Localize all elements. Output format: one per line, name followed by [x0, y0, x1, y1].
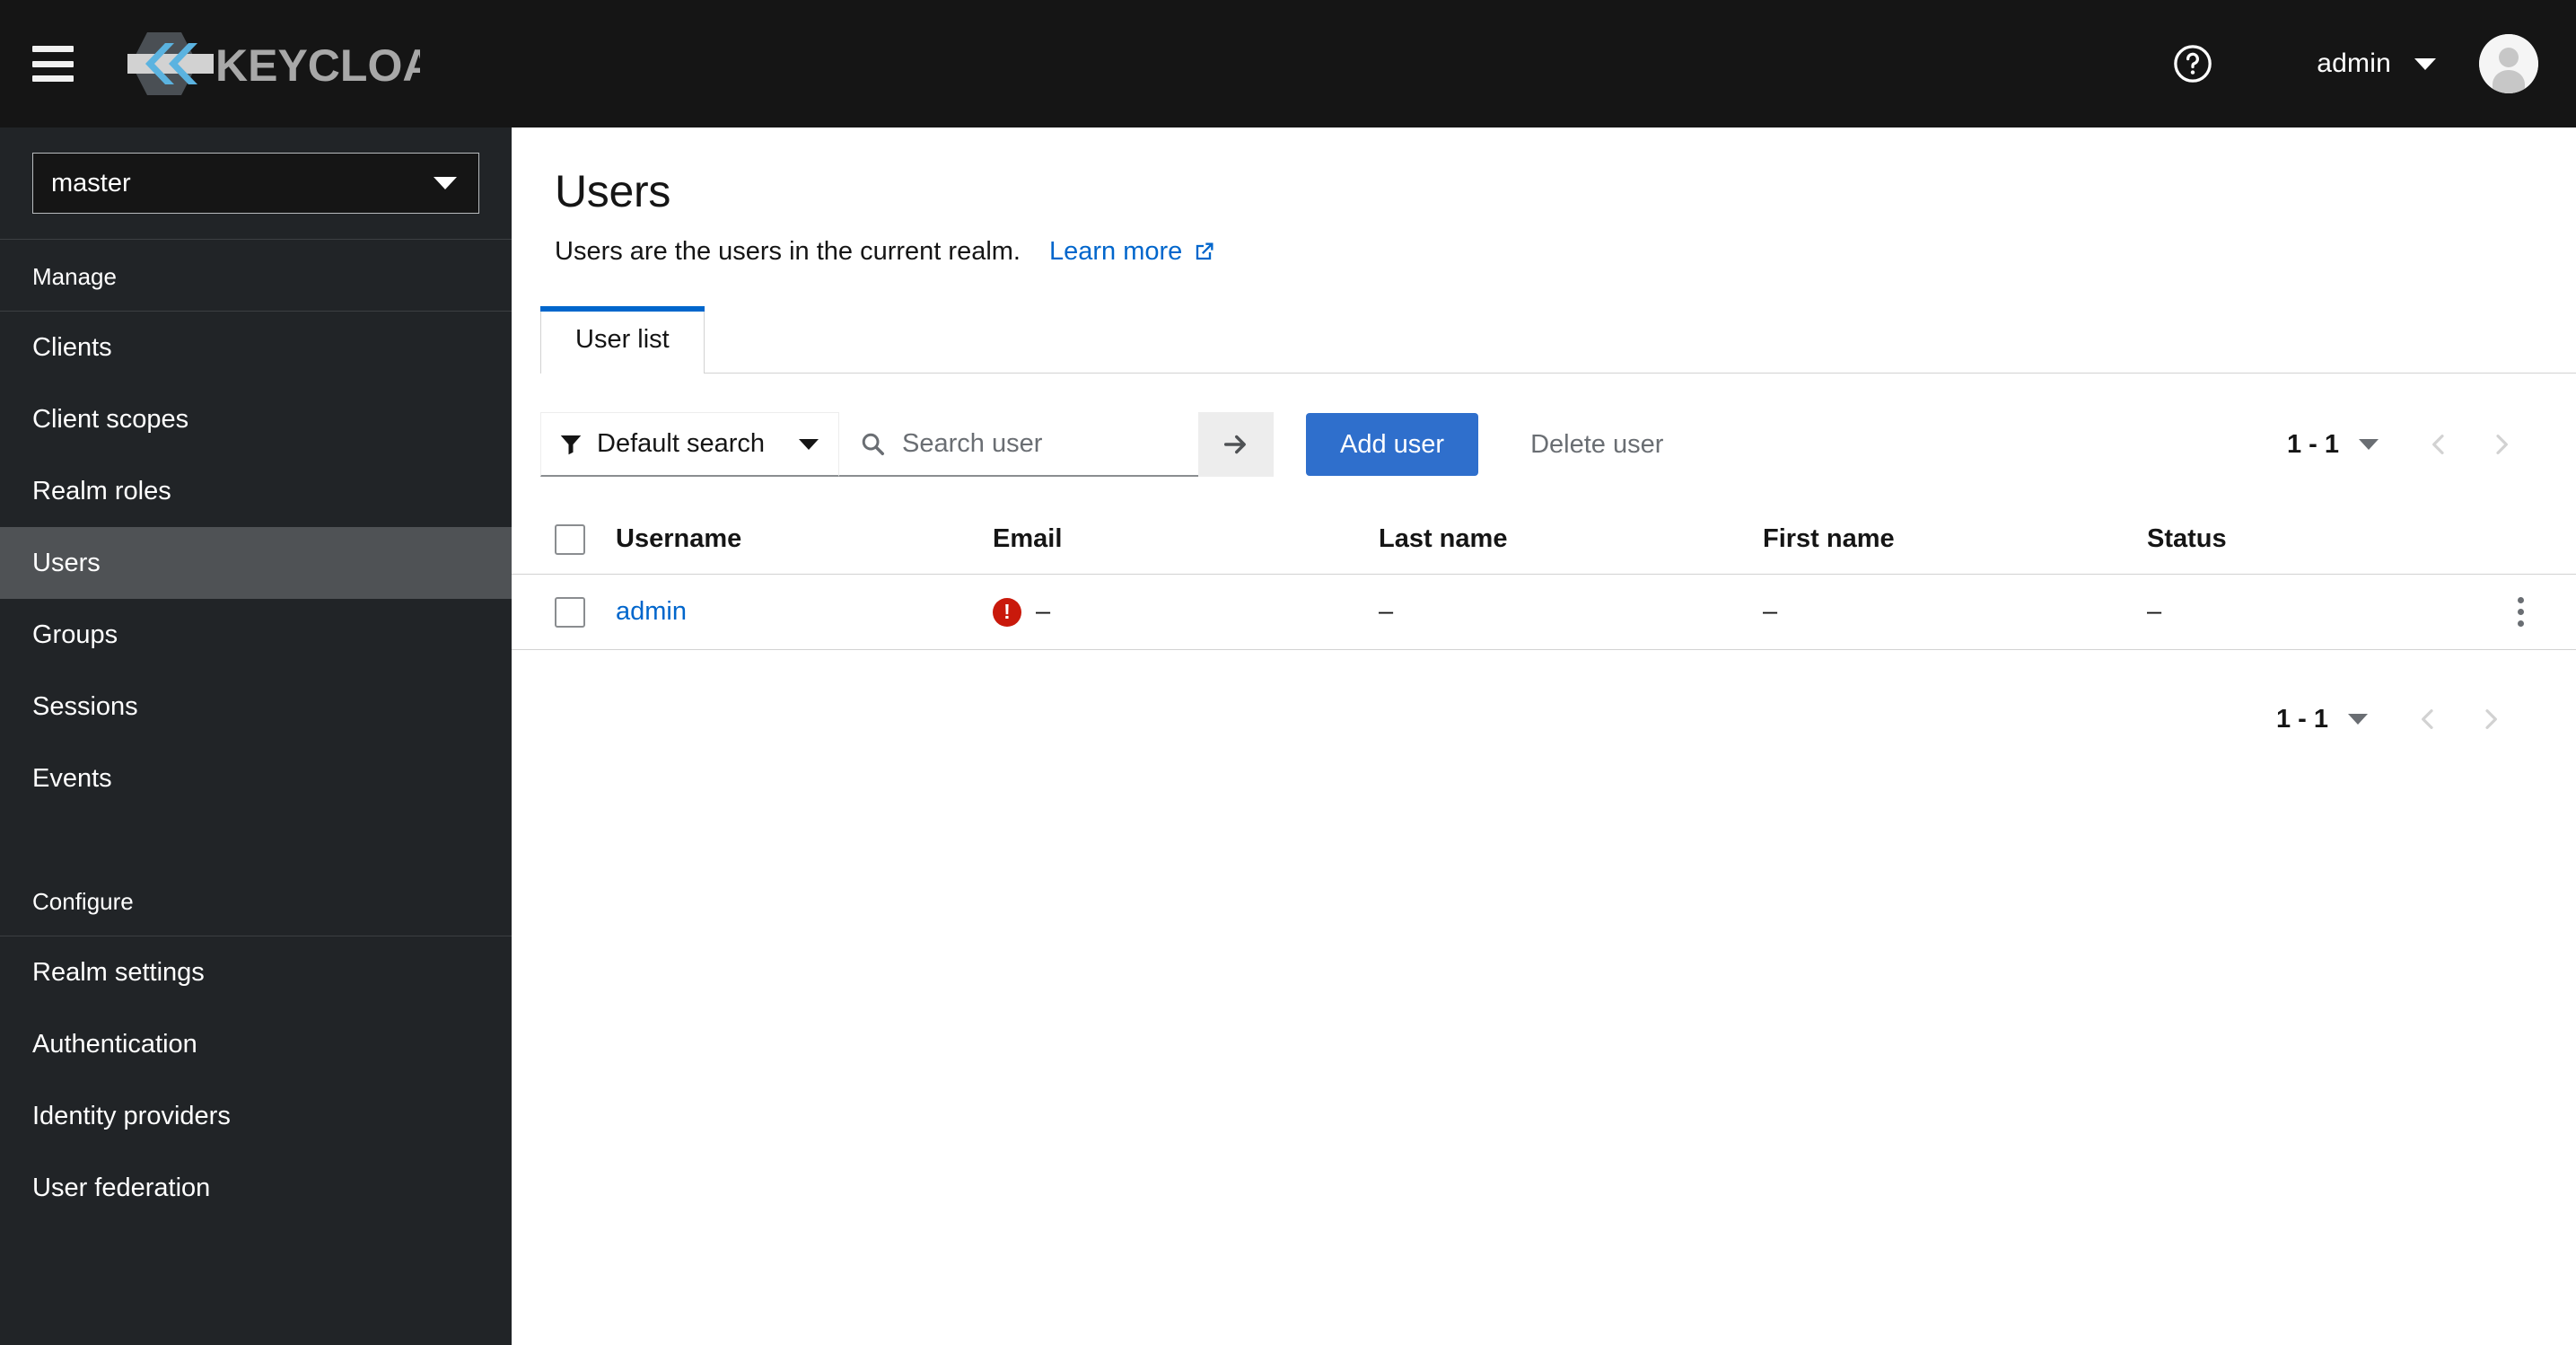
sidebar-item-events[interactable]: Events — [0, 743, 512, 814]
cell-email: ! – — [993, 597, 1379, 627]
filter-icon — [560, 435, 582, 454]
row-kebab-menu-icon[interactable] — [2497, 586, 2544, 638]
nav-section-title-manage: Manage — [0, 240, 512, 312]
table-row: admin ! – – – – — [512, 575, 2576, 650]
arrow-right-icon — [1223, 435, 1246, 454]
chevron-down-icon — [799, 438, 819, 450]
email-warning-icon: ! — [993, 597, 1021, 627]
chevron-right-icon — [2485, 709, 2497, 729]
add-user-button[interactable]: Add user — [1306, 413, 1479, 476]
pagination-previous-button-bottom[interactable] — [2396, 688, 2459, 751]
nav-section-title-configure: Configure — [0, 865, 512, 936]
page-subtitle: Users are the users in the current realm… — [555, 237, 1021, 266]
kebab-dot — [2517, 620, 2524, 627]
select-all-checkbox[interactable] — [555, 523, 585, 555]
search-box — [839, 412, 1198, 477]
search-icon — [862, 433, 884, 455]
pagination-per-page-toggle-bottom[interactable] — [2348, 714, 2368, 725]
tab-user-list[interactable]: User list — [540, 306, 705, 374]
user-menu-toggle[interactable]: admin — [2317, 48, 2436, 79]
main-content: Users Users are the users in the current… — [512, 127, 2576, 1345]
realm-selector[interactable]: master — [32, 153, 479, 214]
sidebar-item-user-federation[interactable]: User federation — [0, 1152, 512, 1224]
sidebar-item-authentication[interactable]: Authentication — [0, 1008, 512, 1080]
question-circle-icon — [2174, 45, 2212, 83]
row-actions-cell — [2490, 586, 2544, 638]
search-submit-button[interactable] — [1198, 412, 1274, 477]
chevron-left-icon — [2432, 435, 2444, 454]
pagination-per-page-toggle[interactable] — [2359, 439, 2379, 450]
page-title: Users — [555, 166, 671, 216]
search-input[interactable] — [902, 428, 1171, 459]
pagination-previous-button[interactable] — [2407, 413, 2470, 476]
users-table: Username Email Last name First name Stat… — [512, 505, 2576, 650]
chevron-right-icon — [2496, 435, 2508, 454]
sidebar-item-realm-settings[interactable]: Realm settings — [0, 936, 512, 1008]
sidebar-item-identity-providers[interactable]: Identity providers — [0, 1080, 512, 1152]
kebab-dot — [2517, 609, 2524, 615]
column-header-email: Email — [993, 524, 1063, 553]
row-select-cell — [555, 596, 616, 628]
sidebar-item-realm-roles[interactable]: Realm roles — [0, 455, 512, 527]
pagination-next-button[interactable] — [2470, 413, 2533, 476]
external-link-icon — [1191, 240, 1216, 265]
help-icon[interactable] — [2168, 39, 2218, 89]
cell-last-name: – — [1379, 597, 1394, 626]
user-menu-label: admin — [2317, 48, 2391, 78]
toolbar: Default search Add user Delete user 1 - … — [512, 409, 2576, 479]
nav-section-gap — [0, 814, 512, 865]
cell-username: admin — [616, 597, 993, 627]
svg-text:KEYCLOAK: KEYCLOAK — [215, 40, 420, 91]
chevron-left-icon — [2422, 709, 2433, 729]
pagination-next-button-bottom[interactable] — [2459, 688, 2522, 751]
sidebar-item-clients[interactable]: Clients — [0, 312, 512, 383]
avatar[interactable] — [2479, 34, 2538, 93]
avatar-icon — [2479, 34, 2538, 93]
hamburger-bar — [32, 75, 74, 82]
brand-logo-link[interactable]: KEYCLOAK — [115, 0, 420, 127]
pagination-top: 1 - 1 — [2287, 413, 2533, 476]
tab-bar: User list — [540, 306, 2576, 374]
sidebar: master Manage Clients Client scopes Real… — [0, 127, 512, 1345]
pagination-range: 1 - 1 — [2286, 429, 2339, 459]
realm-selector-wrap: master — [0, 127, 512, 240]
sidebar-item-sessions[interactable]: Sessions — [0, 671, 512, 743]
sidebar-item-client-scopes[interactable]: Client scopes — [0, 383, 512, 455]
column-header-first-name: First name — [1763, 524, 1895, 553]
chevron-down-icon — [434, 177, 457, 189]
sidebar-item-groups[interactable]: Groups — [0, 599, 512, 671]
search-type-label: Default search — [597, 429, 765, 458]
cell-status: – — [2147, 597, 2162, 626]
user-link-admin[interactable]: admin — [616, 597, 687, 627]
cell-email-value: – — [1036, 597, 1051, 626]
realm-selector-value: master — [51, 168, 131, 198]
hamburger-bar — [32, 46, 74, 52]
search-type-dropdown[interactable]: Default search — [540, 412, 839, 477]
column-header-username: Username — [616, 524, 742, 553]
sidebar-item-users[interactable]: Users — [0, 527, 512, 599]
table-header-row: Username Email Last name First name Stat… — [512, 505, 2576, 575]
pagination-bottom: 1 - 1 — [512, 650, 2576, 751]
nav-toggle-icon[interactable] — [32, 46, 74, 82]
column-header-status: Status — [2147, 524, 2227, 553]
select-all-cell — [555, 523, 616, 555]
chevron-down-icon — [2414, 57, 2436, 70]
page-header: Users Users are the users in the current… — [512, 127, 2576, 267]
learn-more-link[interactable]: Learn more — [1049, 237, 1216, 267]
cell-first-name: – — [1763, 597, 1778, 626]
row-select-checkbox[interactable] — [555, 596, 585, 628]
column-header-last-name: Last name — [1379, 524, 1508, 553]
kebab-dot — [2517, 597, 2524, 603]
keycloak-logo-icon: KEYCLOAK — [127, 32, 420, 95]
learn-more-label: Learn more — [1048, 237, 1183, 266]
page-subtitle-row: Users are the users in the current realm… — [555, 237, 2576, 267]
hamburger-bar — [32, 60, 74, 67]
delete-user-button[interactable]: Delete user — [1507, 430, 1687, 460]
masthead-right: admin — [2168, 0, 2576, 127]
pagination-range-bottom: 1 - 1 — [2275, 704, 2328, 734]
masthead: KEYCLOAK admin — [0, 0, 2576, 127]
